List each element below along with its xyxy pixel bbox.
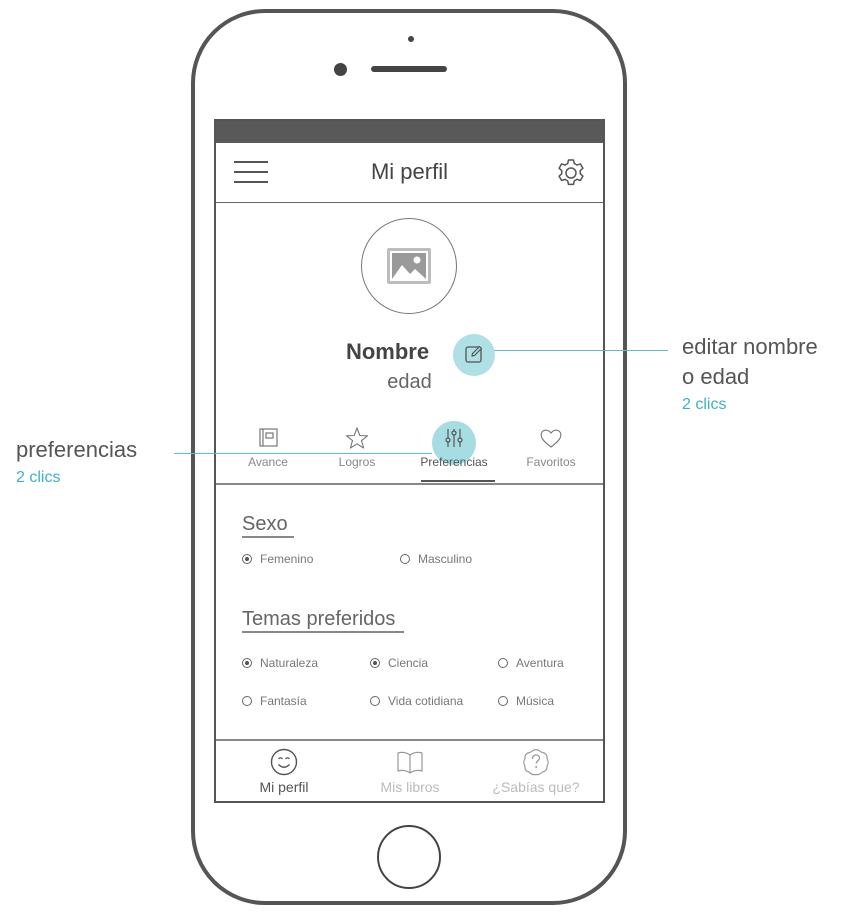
- annotation-text: o edad: [682, 364, 750, 389]
- heart-icon: [540, 429, 562, 448]
- proximity-sensor: [408, 36, 414, 42]
- check-ciencia[interactable]: Ciencia: [370, 656, 428, 670]
- front-camera: [334, 63, 347, 76]
- tab-favoritos[interactable]: Favoritos: [506, 425, 596, 469]
- home-button[interactable]: [377, 825, 441, 889]
- smiley-icon: [270, 748, 298, 776]
- tab-label: Avance: [248, 455, 288, 469]
- gear-icon[interactable]: [555, 157, 587, 189]
- tab-preferencias[interactable]: Preferencias: [409, 425, 499, 469]
- tab-label: Favoritos: [526, 455, 576, 469]
- annotation-text: preferencias: [16, 437, 138, 462]
- option-label: Vida cotidiana: [388, 694, 464, 708]
- option-label: Música: [516, 694, 555, 708]
- image-placeholder-icon: [387, 248, 431, 284]
- star-icon: [345, 427, 369, 449]
- radio-femenino[interactable]: Femenino: [242, 552, 313, 566]
- radio-icon: [242, 696, 252, 706]
- nav-mis-libros[interactable]: Mis libros: [345, 747, 475, 795]
- section-underline: [242, 536, 294, 538]
- check-fantasia[interactable]: Fantasía: [242, 694, 307, 708]
- annotation-line-prefs: [174, 453, 432, 455]
- nav-label: Mis libros: [380, 779, 440, 795]
- check-naturaleza[interactable]: Naturaleza: [242, 656, 318, 670]
- check-vida-cotidiana[interactable]: Vida cotidiana: [370, 694, 463, 708]
- section-underline: [242, 631, 404, 633]
- annotation-line-edit: [494, 350, 668, 352]
- radio-icon: [242, 658, 252, 668]
- nav-sabias-que[interactable]: ¿Sabías que?: [471, 747, 601, 795]
- profile-age: edad: [387, 371, 432, 393]
- profile-name-text: Nombre: [345, 339, 430, 364]
- profile-name: Nombre: [216, 339, 603, 365]
- divider: [216, 739, 603, 741]
- tab-label: Logros: [338, 455, 376, 469]
- question-icon: [523, 748, 549, 776]
- radio-icon: [400, 554, 410, 564]
- radio-icon: [498, 696, 508, 706]
- annotation-clicks: 2 clics: [16, 469, 61, 486]
- earpiece-speaker: [371, 66, 447, 72]
- option-label: Naturaleza: [260, 656, 319, 670]
- radio-masculino[interactable]: Masculino: [400, 552, 472, 566]
- status-bar: [216, 121, 603, 143]
- nav-mi-perfil[interactable]: Mi perfil: [219, 747, 349, 795]
- divider: [216, 483, 603, 485]
- radio-icon: [370, 696, 380, 706]
- check-musica[interactable]: Música: [498, 694, 554, 708]
- app-screen: Mi perfil Nombre edad Avance Logros Pref…: [214, 119, 605, 803]
- page-title: Mi perfil: [370, 159, 448, 184]
- nav-label: ¿Sabías que?: [492, 779, 580, 795]
- radio-icon: [242, 554, 252, 564]
- active-tab-indicator: [421, 480, 495, 482]
- radio-icon: [370, 658, 380, 668]
- annotation-edit: editar nombre o edad 2 clics: [682, 332, 818, 414]
- option-label: Masculino: [418, 552, 473, 566]
- option-label: Femenino: [260, 552, 314, 566]
- book-icon: [397, 751, 423, 774]
- notebook-icon: [259, 428, 278, 447]
- sliders-icon: [445, 429, 463, 447]
- tab-logros[interactable]: Logros: [312, 425, 402, 469]
- annotation-prefs: preferencias 2 clics: [16, 435, 137, 487]
- tab-avance[interactable]: Avance: [223, 425, 313, 469]
- option-label: Ciencia: [388, 656, 429, 670]
- edit-icon[interactable]: [464, 344, 484, 364]
- option-label: Aventura: [516, 656, 564, 670]
- radio-icon: [498, 658, 508, 668]
- check-aventura[interactable]: Aventura: [498, 656, 564, 670]
- tab-label: Preferencias: [420, 455, 488, 469]
- app-header: Mi perfil: [216, 143, 603, 203]
- temas-title: Temas preferidos: [242, 608, 396, 630]
- sexo-title: Sexo: [242, 513, 288, 535]
- avatar[interactable]: [361, 218, 457, 314]
- option-label: Fantasía: [260, 694, 307, 708]
- nav-label: Mi perfil: [259, 779, 309, 795]
- annotation-clicks: 2 clics: [682, 396, 727, 413]
- annotation-text: editar nombre: [682, 334, 818, 359]
